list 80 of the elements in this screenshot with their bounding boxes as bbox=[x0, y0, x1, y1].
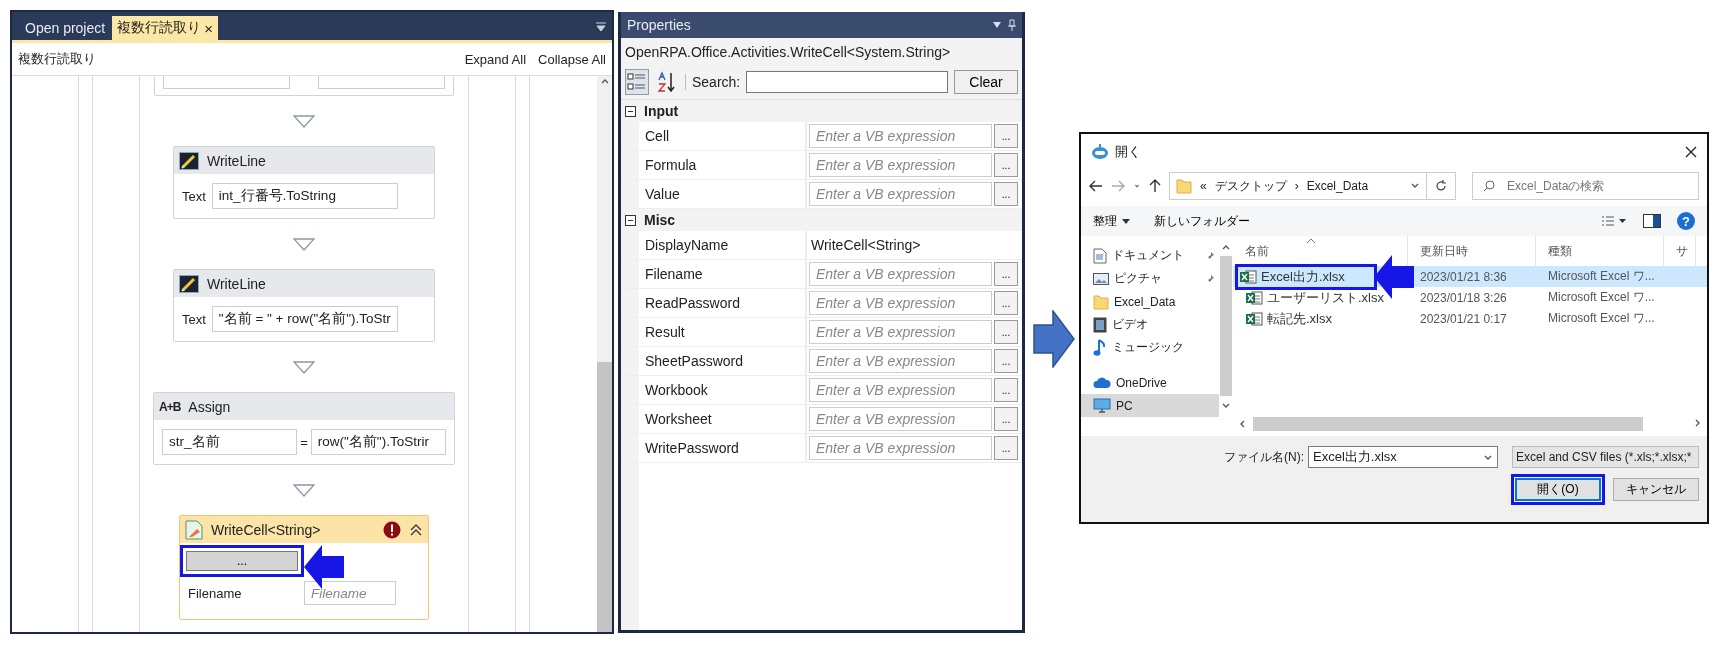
file-name: 転記先.xlsx bbox=[1245, 309, 1408, 328]
file-name-field[interactable]: Excel出力.xlsx bbox=[1308, 446, 1498, 468]
filename-field[interactable]: Filename bbox=[304, 581, 396, 605]
field-label: Text bbox=[182, 311, 206, 327]
expression-field[interactable]: Enter a VB expression bbox=[809, 407, 992, 431]
property-value[interactable]: WriteCell<String> bbox=[809, 237, 921, 253]
activity-title: WriteLine bbox=[207, 152, 266, 169]
document-tab[interactable]: 複数行読取り × bbox=[112, 16, 218, 40]
dialog-title: 開く bbox=[1115, 143, 1141, 161]
file-name: Excel出力.xlsx bbox=[1239, 267, 1345, 286]
browse-button[interactable]: ... bbox=[994, 262, 1018, 286]
file-type: Microsoft Excel ワ... bbox=[1547, 289, 1655, 306]
expression-field[interactable]: Enter a VB expression bbox=[809, 291, 992, 315]
browse-button[interactable]: ... bbox=[186, 551, 298, 571]
writeline-activity-card[interactable]: WriteLine Text int_行番号.ToString bbox=[173, 146, 435, 219]
variable-field[interactable]: str_名前 bbox=[162, 429, 298, 455]
file-row[interactable]: ユーザーリスト.xlsx 2023/01/18 3:26 Microsoft Excel ワ... bbox=[1233, 287, 1707, 308]
browse-button[interactable]: ... bbox=[994, 153, 1018, 177]
search-field[interactable]: Excel_Dataの検索 bbox=[1472, 172, 1699, 200]
collapse-all-link[interactable]: Collapse All bbox=[538, 51, 606, 67]
category-label: Input bbox=[644, 103, 679, 119]
equals-sign: = bbox=[300, 434, 308, 450]
browse-button[interactable]: ... bbox=[994, 182, 1018, 206]
field-label: Text bbox=[182, 188, 206, 204]
file-name-label: ファイル名(N): bbox=[1224, 448, 1304, 466]
navigation-item[interactable]: PC bbox=[1081, 394, 1219, 417]
expression-field[interactable]: Enter a VB expression bbox=[809, 436, 992, 460]
expression-field[interactable]: Enter a VB expression bbox=[809, 320, 992, 344]
address-bar[interactable]: « デスクトップ › Excel_Data bbox=[1169, 172, 1427, 200]
navigation-item[interactable]: Excel_Data bbox=[1081, 290, 1219, 313]
organize-menu[interactable]: 整理 bbox=[1093, 212, 1130, 230]
modified-date: 2023/01/21 8:36 bbox=[1419, 269, 1508, 284]
browse-button[interactable]: ... bbox=[994, 320, 1018, 344]
navigation-item[interactable]: ビデオ bbox=[1081, 313, 1219, 336]
writecell-activity-card[interactable]: WriteCell<String> ... Filename Filename bbox=[179, 515, 429, 620]
new-folder-button[interactable]: 新しいフォルダー bbox=[1154, 212, 1250, 230]
assign-icon: A+B bbox=[159, 399, 181, 414]
activity-title: WriteCell<String> bbox=[211, 521, 321, 538]
file-row[interactable]: 転記先.xlsx 2023/01/21 0:17 Microsoft Excel ワ... bbox=[1233, 308, 1707, 329]
text-field[interactable]: int_行番号.ToString bbox=[211, 183, 398, 209]
browse-button[interactable]: ... bbox=[994, 124, 1018, 148]
activity-title: Assign bbox=[188, 398, 231, 415]
file-type-dropdown[interactable]: Excel and CSV files (*.xls;*.xlsx;* bbox=[1512, 446, 1699, 468]
value-field[interactable]: row("名前").ToStrir bbox=[310, 429, 446, 455]
cancel-button[interactable]: キャンセル bbox=[1613, 478, 1699, 501]
expression-field[interactable]: Enter a VB expression bbox=[809, 124, 992, 148]
browse-button[interactable]: ... bbox=[994, 291, 1018, 315]
browse-button[interactable]: ... bbox=[994, 378, 1018, 402]
writeline-activity-card[interactable]: WriteLine Text "名前 = " + row("名前").ToStr bbox=[173, 269, 435, 342]
browse-button[interactable]: ... bbox=[994, 349, 1018, 373]
activity-title: WriteLine bbox=[207, 275, 266, 292]
category-label: Misc bbox=[644, 212, 676, 228]
help-button[interactable]: ? bbox=[1677, 212, 1695, 230]
expression-field[interactable]: Enter a VB expression bbox=[809, 182, 992, 206]
modified-date: 2023/01/21 0:17 bbox=[1419, 311, 1508, 326]
file-name: ユーザーリスト.xlsx bbox=[1245, 288, 1408, 307]
assign-activity-card[interactable]: A+B Assign str_名前 = row("名前").ToStrir bbox=[153, 392, 455, 465]
text-field[interactable]: "名前 = " + row("名前").ToStr bbox=[211, 306, 398, 332]
file-type: Microsoft Excel ワ... bbox=[1547, 268, 1655, 285]
file-type: Microsoft Excel ワ... bbox=[1547, 310, 1655, 327]
panel-title: Properties bbox=[627, 17, 691, 33]
browse-button[interactable]: ... bbox=[994, 436, 1018, 460]
navigation-item[interactable]: ピクチャ bbox=[1081, 267, 1219, 290]
navigation-item[interactable]: OneDrive bbox=[1081, 371, 1219, 394]
field-label: Filename bbox=[188, 585, 243, 601]
navigation-item[interactable]: ミュージック bbox=[1081, 336, 1219, 359]
expression-field[interactable]: Enter a VB expression bbox=[809, 349, 992, 373]
expression-field[interactable]: Enter a VB expression bbox=[809, 262, 992, 286]
expand-all-link[interactable]: Expand All bbox=[464, 51, 527, 67]
search-label: Search: bbox=[685, 74, 741, 90]
breadcrumb[interactable]: 複数行読取り bbox=[18, 50, 96, 68]
document-tab[interactable]: Open project bbox=[20, 16, 111, 40]
expression-field[interactable]: Enter a VB expression bbox=[809, 153, 992, 177]
expression-field[interactable]: Enter a VB expression bbox=[809, 378, 992, 402]
clear-button[interactable]: Clear bbox=[954, 70, 1018, 94]
modified-date: 2023/01/18 3:26 bbox=[1419, 290, 1508, 305]
open-button[interactable]: 開く(O) bbox=[1515, 478, 1601, 501]
browse-button[interactable]: ... bbox=[994, 407, 1018, 431]
file-row[interactable]: Excel出力.xlsx 2023/01/21 8:36 Microsoft Excel ワ... bbox=[1233, 266, 1707, 287]
navigation-item[interactable]: ドキュメント bbox=[1081, 244, 1219, 267]
